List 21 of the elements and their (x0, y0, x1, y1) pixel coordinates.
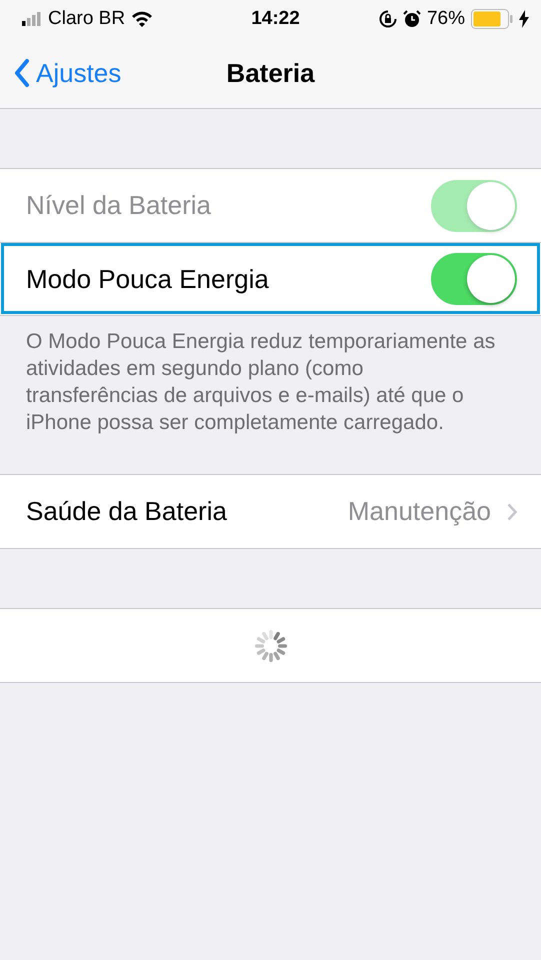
rotation-lock-icon (378, 10, 397, 28)
loading-spinner-icon (254, 628, 288, 662)
setting-label: Saúde da Bateria (26, 496, 228, 527)
back-button[interactable]: Ajustes (0, 56, 128, 90)
back-chevron-icon (14, 59, 30, 87)
setting-label: Nível da Bateria (26, 190, 212, 221)
wifi-icon (131, 11, 154, 27)
clock-time: 14:22 (251, 8, 300, 30)
chevron-icon (507, 502, 517, 520)
battery-icon (471, 9, 514, 29)
setting-value: Manutenção (348, 496, 491, 527)
settings-row[interactable]: Saúde da Bateria Manutenção (0, 475, 541, 548)
footer-note: O Modo Pouca Energia reduz temporariamente as atividades em segundo plano (como transferências de arquivos e e-mails) até que o iPhone possa ser completamente carregado. (25, 329, 496, 436)
alarm-clock-icon (402, 10, 421, 28)
carrier-name: Claro BR (48, 8, 126, 30)
battery-percentage: 76% (426, 8, 466, 30)
setting-label: Modo Pouca Energia (26, 264, 270, 294)
toggle-switch[interactable] (431, 253, 517, 305)
signal-icon (22, 12, 42, 26)
charging-bolt-icon (519, 10, 530, 28)
page-title: Bateria (226, 58, 315, 88)
